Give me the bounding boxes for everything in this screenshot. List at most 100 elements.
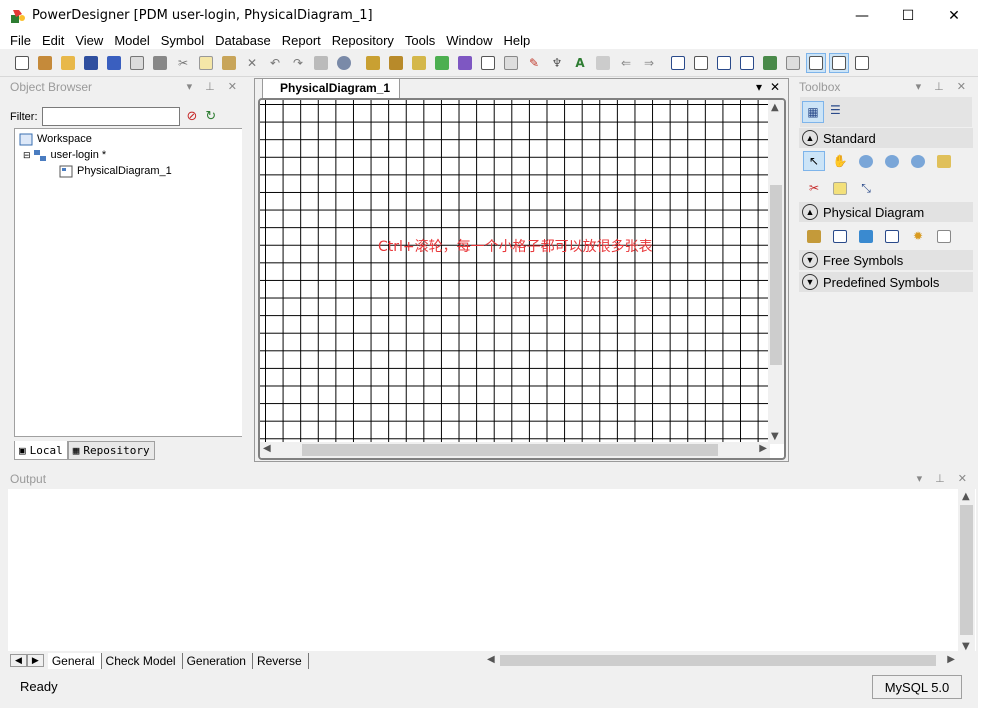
scroll-thumb[interactable] <box>302 444 718 456</box>
delete-tool-icon[interactable]: ✂ <box>803 178 825 198</box>
export-right-icon[interactable]: ⇒ <box>639 53 659 73</box>
tab-reverse[interactable]: Reverse <box>253 652 309 669</box>
tree-item-diagram[interactable]: PhysicalDiagram_1 <box>59 164 172 178</box>
reverse-engineer-icon[interactable] <box>386 53 406 73</box>
refresh-filter-icon[interactable]: ↻ <box>205 109 216 124</box>
menu-file[interactable]: File <box>10 33 31 48</box>
tab-physical-diagram[interactable]: PhysicalDiagram_1 <box>262 78 400 98</box>
horizontal-scrollbar[interactable]: ◀ ▶ <box>260 442 770 458</box>
scroll-thumb[interactable] <box>500 655 936 666</box>
redo-icon[interactable]: ↷ <box>288 53 308 73</box>
view-8-icon[interactable] <box>829 52 849 73</box>
minimize-button[interactable]: — <box>839 0 885 31</box>
diagram-grid[interactable] <box>260 100 770 444</box>
grid-icon[interactable] <box>501 53 521 73</box>
scroll-thumb[interactable] <box>960 505 973 635</box>
new-icon[interactable] <box>12 53 32 73</box>
brush-icon[interactable]: ✎ <box>524 53 544 73</box>
tab-generation[interactable]: Generation <box>183 652 253 669</box>
close-window-button[interactable]: ✕ <box>931 0 977 31</box>
cut-icon[interactable]: ✂ <box>173 53 193 73</box>
check-model-icon[interactable] <box>334 53 354 73</box>
scroll-right-icon[interactable]: ▶ <box>759 443 767 454</box>
panel-controls[interactable]: ▾ ⊥ ✕ <box>187 79 242 96</box>
refresh-icon[interactable] <box>432 53 452 73</box>
format-icon[interactable]: ♆ <box>547 53 567 73</box>
view-9-icon[interactable] <box>852 53 872 73</box>
view-6-icon[interactable] <box>783 53 803 73</box>
properties-icon[interactable] <box>311 53 331 73</box>
import-icon[interactable] <box>593 53 613 73</box>
toolbox-section-predefined-symbols[interactable]: ▼ Predefined Symbols <box>799 272 973 292</box>
print-icon[interactable] <box>150 53 170 73</box>
menu-tools[interactable]: Tools <box>405 33 435 48</box>
diagram-canvas[interactable]: Ctrl+滚轮，每一个小格子都可以放很多张表 ▲ ▼ ◀ ▶ <box>258 98 786 460</box>
save-all-icon[interactable] <box>104 53 124 73</box>
open-package-icon[interactable] <box>35 53 55 73</box>
tab-scroll-right-icon[interactable]: ▶ <box>26 654 44 667</box>
scroll-down-icon[interactable]: ▼ <box>962 641 970 652</box>
clear-filter-icon[interactable]: ⊘ <box>187 109 198 124</box>
impact-analysis-icon[interactable] <box>409 53 429 73</box>
filter-input[interactable] <box>41 107 180 126</box>
tree-item-model[interactable]: ⊟ user-login * <box>23 148 106 162</box>
menu-repository[interactable]: Repository <box>332 33 394 48</box>
output-vertical-scrollbar[interactable]: ▲ ▼ <box>958 489 975 654</box>
tab-local[interactable]: ▣ Local <box>14 441 68 460</box>
menu-help[interactable]: Help <box>504 33 531 48</box>
check-icon[interactable] <box>455 53 475 73</box>
package-icon[interactable] <box>803 226 825 246</box>
open-folder-icon[interactable] <box>58 53 78 73</box>
file-icon[interactable] <box>933 226 955 246</box>
menu-database[interactable]: Database <box>215 33 271 48</box>
panel-controls[interactable]: ▾ ⊥ ✕ <box>917 471 972 488</box>
pointer-icon[interactable]: ↖ <box>803 151 825 171</box>
maximize-button[interactable]: ☐ <box>885 0 931 31</box>
scroll-right-icon[interactable]: ▶ <box>947 654 955 665</box>
properties-tool-icon[interactable] <box>933 151 955 171</box>
export-left-icon[interactable]: ⇐ <box>616 53 636 73</box>
scroll-up-icon[interactable]: ▲ <box>962 491 970 502</box>
procedure-icon[interactable]: ✹ <box>907 226 929 246</box>
open-diagram-icon[interactable] <box>907 151 929 171</box>
scroll-left-icon[interactable]: ◀ <box>487 654 495 665</box>
zoom-in-icon[interactable] <box>855 151 877 171</box>
tab-general[interactable]: General <box>47 652 102 669</box>
tab-repository[interactable]: ▦ Repository <box>67 441 155 460</box>
view-3-icon[interactable] <box>714 53 734 73</box>
grabber-icon[interactable]: ✋ <box>829 151 851 171</box>
undo-icon[interactable]: ↶ <box>265 53 285 73</box>
scroll-down-icon[interactable]: ▼ <box>771 431 779 442</box>
view-icon[interactable] <box>855 226 877 246</box>
shadow-icon[interactable] <box>478 53 498 73</box>
save-icon[interactable] <box>81 53 101 73</box>
generate-database-icon[interactable] <box>363 53 383 73</box>
view-1-icon[interactable] <box>668 53 688 73</box>
output-horizontal-scrollbar[interactable]: ◀ ▶ <box>484 652 958 669</box>
menu-model[interactable]: Model <box>114 33 149 48</box>
menu-window[interactable]: Window <box>446 33 492 48</box>
copy-icon[interactable] <box>196 53 216 73</box>
table-icon[interactable] <box>829 226 851 246</box>
zoom-out-icon[interactable] <box>881 151 903 171</box>
tab-scroll-left-icon[interactable]: ◀ <box>10 654 27 667</box>
menu-view[interactable]: View <box>75 33 103 48</box>
scroll-thumb[interactable] <box>770 185 782 365</box>
panel-controls[interactable]: ▾ ⊥ ✕ <box>916 79 971 96</box>
view-2-icon[interactable] <box>691 53 711 73</box>
toolbox-section-physical-diagram[interactable]: ▲ Physical Diagram <box>799 202 973 222</box>
delete-icon[interactable]: ✕ <box>242 53 262 73</box>
toolbox-section-free-symbols[interactable]: ▼ Free Symbols <box>799 250 973 270</box>
scroll-up-icon[interactable]: ▲ <box>771 102 779 113</box>
menu-symbol[interactable]: Symbol <box>161 33 204 48</box>
tab-check-model[interactable]: Check Model <box>102 652 183 669</box>
menu-edit[interactable]: Edit <box>42 33 64 48</box>
text-icon[interactable]: A <box>570 53 590 73</box>
vertical-scrollbar[interactable]: ▲ ▼ <box>768 100 784 444</box>
collapse-toggle-icon[interactable]: ⊟ <box>23 150 31 161</box>
view-7-icon[interactable] <box>806 52 826 73</box>
document-controls[interactable]: ▾✕ <box>756 80 788 94</box>
menu-report[interactable]: Report <box>282 33 321 48</box>
print-preview-icon[interactable] <box>127 53 147 73</box>
large-icons-view-icon[interactable]: ▦ <box>802 101 824 123</box>
